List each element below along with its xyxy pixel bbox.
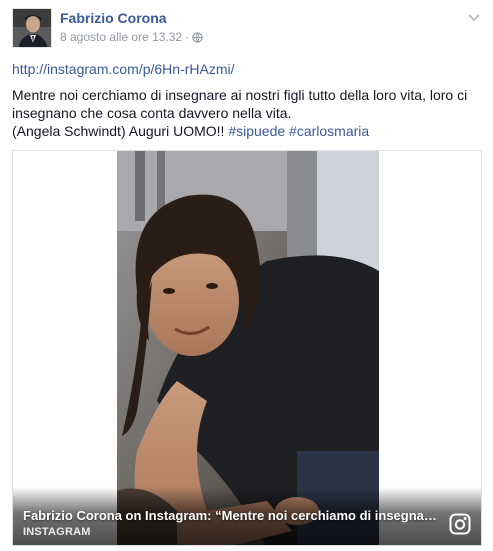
facebook-post: Fabrizio Corona 8 agosto alle ore 13.32 ·… (0, 0, 493, 551)
avatar[interactable] (12, 8, 52, 48)
meta-separator: · (185, 30, 190, 44)
post-text-line: (Angela Schwindt) Auguri UOMO!! #sipuede… (12, 122, 482, 140)
hashtag-link[interactable]: #sipuede (228, 123, 285, 139)
link-attachment[interactable]: Fabrizio Corona on Instagram: “Mentre no… (12, 150, 482, 546)
author-name[interactable]: Fabrizio Corona (60, 10, 167, 26)
post-text-line: insegnano che cosa conta davvero nella v… (12, 105, 292, 121)
post-link[interactable]: http://instagram.com/p/6Hn-rHAzmi/ (12, 61, 235, 77)
post-text-line: Mentre noi cerchiamo di insegnare ai nos… (12, 87, 468, 103)
globe-icon[interactable] (192, 32, 203, 46)
post-timestamp[interactable]: 8 agosto alle ore 13.32 (60, 30, 182, 44)
hashtag-link[interactable]: #carlosmaria (289, 123, 369, 139)
chevron-down-icon[interactable] (467, 10, 481, 24)
attachment-title[interactable]: Fabrizio Corona on Instagram: “Mentre no… (23, 508, 438, 523)
post-text: Mentre noi cerchiamo di insegnare ai nos… (12, 86, 482, 140)
attachment-source: INSTAGRAM (23, 526, 91, 538)
post-meta: 8 agosto alle ore 13.32 · (60, 30, 203, 46)
instagram-icon (449, 513, 471, 535)
post-text-quote: (Angela Schwindt) Auguri UOMO!! (12, 123, 229, 139)
